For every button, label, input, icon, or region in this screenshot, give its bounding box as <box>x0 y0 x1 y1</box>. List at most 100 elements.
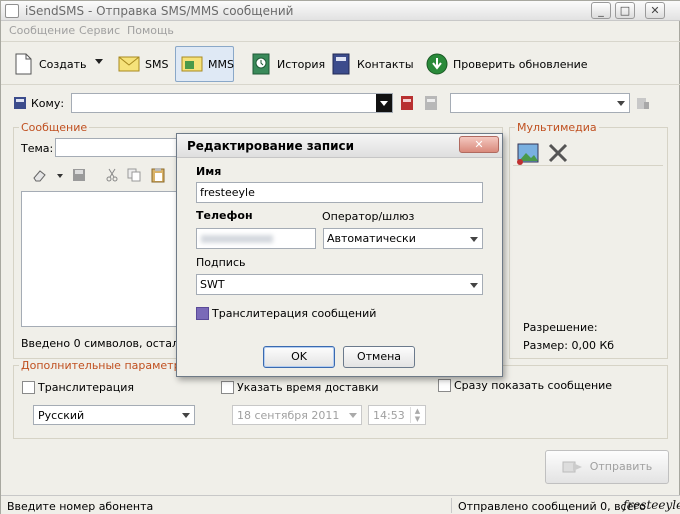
message-textarea[interactable] <box>21 191 179 327</box>
app-icon <box>5 4 19 18</box>
chevron-down-icon <box>617 101 625 106</box>
extra-params-title: Дополнительные параметры <box>19 359 192 372</box>
multimedia-divider <box>513 165 663 166</box>
flash-message-checkbox[interactable] <box>438 379 451 392</box>
chevron-down-icon <box>182 413 190 418</box>
send-arrow-icon <box>562 461 582 473</box>
clear-dropdown-icon[interactable] <box>57 174 63 178</box>
window-title: iSendSMS - Отправка SMS/MMS сообщений <box>25 4 294 18</box>
minimize-button[interactable]: _ <box>591 2 611 19</box>
toolbar: Создать SMS MMS История Контакты Провери… <box>1 41 680 85</box>
title-bar: iSendSMS - Отправка SMS/MMS сообщений _ … <box>1 1 680 21</box>
delivery-time-checkbox[interactable] <box>221 381 234 394</box>
spinner-arrows-icon[interactable]: ▲ ▼ <box>410 407 424 423</box>
signature-select[interactable]: SWT <box>196 274 483 295</box>
eraser-icon[interactable] <box>31 168 47 182</box>
history-button[interactable]: История <box>245 46 329 82</box>
menu-bar: Сообщение Сервис Помощь <box>1 21 680 41</box>
check-update-button[interactable]: Проверить обновление <box>421 46 592 82</box>
create-label: Создать <box>39 57 87 71</box>
operator-select[interactable]: Автоматически <box>323 228 483 249</box>
resolution-label: Разрешение: <box>523 321 598 334</box>
save-disk-icon[interactable] <box>71 168 87 182</box>
mms-button[interactable]: MMS <box>175 46 234 82</box>
watermark-text: fresteeyle <box>623 498 680 512</box>
edit-record-dialog: Редактирование записи ✕ Имя fresteeyle Т… <box>176 133 503 377</box>
delivery-date-value: 18 сентября 2011 <box>237 409 340 422</box>
multimedia-group-title: Мультимедиа <box>515 121 599 134</box>
contacts-button[interactable]: Контакты <box>325 46 418 82</box>
address-book-icon <box>332 53 350 75</box>
to-label: Кому: <box>31 97 65 110</box>
status-left: Введите номер абонента <box>7 500 154 513</box>
translit-checkbox[interactable] <box>22 381 35 394</box>
ok-button[interactable]: OK <box>263 346 335 368</box>
chevron-down-icon <box>470 282 478 288</box>
size-label: Размер: 0,00 Кб <box>523 339 615 352</box>
subject-label: Тема: <box>21 142 54 155</box>
recipient-combo[interactable] <box>71 93 393 113</box>
new-document-icon <box>15 53 32 75</box>
name-label: Имя <box>196 165 222 178</box>
name-value: fresteeyle <box>200 186 255 199</box>
send-label: Отправить <box>589 460 653 473</box>
delivery-time-label: Указать время доставки <box>237 381 379 394</box>
menu-help[interactable]: Помощь <box>127 24 174 37</box>
paste-icon[interactable] <box>151 167 165 183</box>
copy-icon[interactable] <box>127 168 141 182</box>
dialog-close-button[interactable]: ✕ <box>459 136 499 153</box>
mms-envelope-icon <box>181 56 203 72</box>
char-counter: Введено 0 символов, осталось <box>21 337 199 350</box>
address-book-red-icon[interactable] <box>399 94 415 112</box>
cut-icon[interactable] <box>105 168 119 182</box>
subject-input[interactable] <box>55 138 177 157</box>
sms-label: SMS <box>145 57 169 71</box>
send-button[interactable]: Отправить <box>545 450 669 484</box>
flash-message-label: Сразу показать сообщение <box>454 379 613 392</box>
delivery-time-value: 14:53 <box>373 409 405 422</box>
delivery-time-spinner[interactable]: 14:53 ▲ ▼ <box>368 405 426 425</box>
cancel-button[interactable]: Отмена <box>343 346 415 368</box>
language-select[interactable]: Русский <box>33 405 195 425</box>
chevron-down-icon <box>470 236 478 242</box>
operator-value: Автоматически <box>327 232 416 245</box>
dialog-title: Редактирование записи <box>187 139 355 153</box>
update-globe-icon <box>426 53 448 75</box>
phone-label: Телефон <box>196 209 253 222</box>
language-value: Русский <box>38 409 85 422</box>
translit-messages-label: Транслитерация сообщений <box>212 307 377 320</box>
sms-button[interactable]: SMS <box>113 46 172 82</box>
translit-messages-checkbox[interactable] <box>196 307 209 320</box>
menu-service[interactable]: Сервис <box>79 24 120 37</box>
phone-book-grey-icon[interactable] <box>423 94 439 112</box>
operator-label: Оператор/шлюз <box>322 210 415 223</box>
phone-redacted <box>201 235 273 243</box>
mms-label: MMS <box>208 57 234 71</box>
menu-message[interactable]: Сообщение <box>9 24 75 37</box>
name-input[interactable]: fresteeyle <box>196 182 483 203</box>
check-update-label: Проверить обновление <box>453 57 588 71</box>
history-book-icon <box>252 53 270 75</box>
sender-combo[interactable] <box>450 93 630 113</box>
delete-x-icon[interactable] <box>547 142 569 164</box>
add-image-icon[interactable] <box>516 141 540 165</box>
phone-input[interactable] <box>196 228 316 249</box>
translit-label: Транслитерация <box>38 381 135 394</box>
signature-label: Подпись <box>196 256 246 269</box>
status-bar: Введите номер абонента Отправлено сообще… <box>1 495 680 514</box>
signature-value: SWT <box>200 278 225 291</box>
status-divider <box>451 498 452 513</box>
dialog-title-bar: Редактирование записи ✕ <box>177 134 502 158</box>
create-dropdown-icon[interactable] <box>95 59 103 64</box>
chevron-down-icon <box>349 413 357 418</box>
delivery-date-picker[interactable]: 18 сентября 2011 <box>232 405 362 425</box>
contacts-label: Контакты <box>357 57 414 71</box>
history-label: История <box>277 57 326 71</box>
maximize-button[interactable]: □ <box>615 2 635 19</box>
close-button[interactable]: ✕ <box>645 2 665 19</box>
recipient-dropdown-button[interactable] <box>376 94 392 112</box>
sender-settings-icon[interactable] <box>635 95 651 111</box>
create-button[interactable]: Создать <box>7 46 91 82</box>
message-group-title: Сообщение <box>19 121 90 134</box>
chevron-down-icon <box>380 101 388 106</box>
